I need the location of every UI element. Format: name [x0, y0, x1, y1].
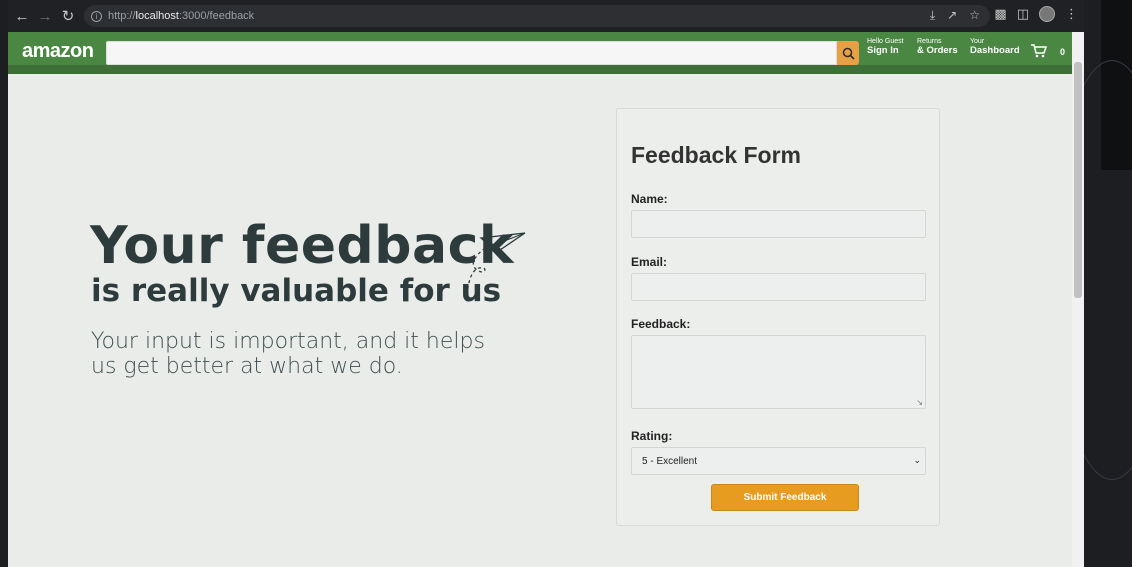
forward-arrow-icon[interactable]: →	[34, 8, 56, 25]
resize-grip-icon[interactable]: ↘	[916, 398, 923, 407]
feedback-textarea[interactable]: ↘	[631, 335, 926, 409]
back-arrow-icon[interactable]: ←	[11, 8, 33, 25]
paper-plane-icon	[466, 232, 526, 303]
address-bar[interactable]: i http://localhost:3000/feedback ⤓ ↗ ☆	[84, 5, 990, 27]
hero-title: Your feedback	[90, 216, 514, 276]
site-info-icon[interactable]: i	[91, 10, 102, 22]
share-icon[interactable]: ↗	[947, 8, 957, 23]
side-panel-icon[interactable]: ◫	[1017, 6, 1029, 22]
logo-smile-icon	[36, 62, 70, 69]
rating-label: Rating:	[631, 429, 673, 443]
sign-in-link[interactable]: Hello Guest Sign In	[867, 38, 904, 57]
profile-avatar[interactable]	[1039, 6, 1055, 22]
install-app-icon[interactable]: ⤓	[930, 8, 935, 23]
amazon-logo[interactable]: amazon	[22, 40, 94, 63]
name-label: Name:	[631, 192, 668, 206]
feedback-form-card: Feedback Form Name: Email: Feedback: ↘ R…	[616, 108, 940, 526]
site-navbar: amazon Hello Guest Sign In Returns & Ord…	[8, 32, 1084, 74]
search-input[interactable]	[106, 41, 837, 65]
rating-select[interactable]: 5 - Excellent ⌄	[631, 447, 926, 475]
reload-icon[interactable]: ↻	[57, 7, 79, 25]
chevron-down-icon: ⌄	[913, 455, 921, 465]
hero-subtitle: is really valuable for us	[91, 273, 502, 309]
browser-toolbar: ← → ↻ i http://localhost:3000/feedback ⤓…	[8, 0, 1084, 32]
cart-icon[interactable]	[1030, 43, 1048, 62]
email-field[interactable]	[631, 273, 926, 301]
extensions-puzzle-icon[interactable]: ▩	[994, 6, 1006, 22]
email-label: Email:	[631, 255, 668, 269]
form-title: Feedback Form	[631, 142, 801, 168]
scrollbar-thumb[interactable]	[1074, 62, 1082, 298]
submit-feedback-button[interactable]: Submit Feedback	[711, 484, 859, 511]
feedback-label: Feedback:	[631, 317, 691, 331]
rating-selected-value: 5 - Excellent	[642, 455, 698, 467]
search-icon	[842, 47, 855, 60]
browser-window: ← → ↻ i http://localhost:3000/feedback ⤓…	[8, 0, 1084, 567]
name-field[interactable]	[631, 210, 926, 238]
dashboard-link[interactable]: Your Dashboard	[970, 38, 1020, 57]
url-text[interactable]: http://localhost:3000/feedback	[108, 10, 254, 22]
bookmark-star-icon[interactable]: ☆	[969, 8, 980, 23]
search-button[interactable]	[837, 41, 859, 65]
hero-description: Your input is important, and it helps us…	[91, 329, 485, 379]
cart-count[interactable]: 0	[1060, 47, 1065, 57]
returns-orders-link[interactable]: Returns & Orders	[917, 38, 958, 57]
browser-menu-icon[interactable]: ⋮	[1065, 6, 1078, 22]
